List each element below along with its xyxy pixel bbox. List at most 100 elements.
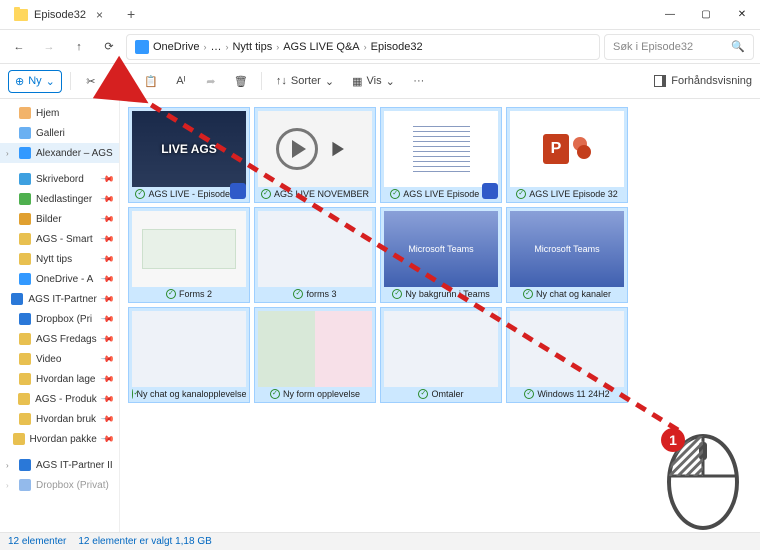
pin-icon: 📌 <box>100 351 116 367</box>
sync-status-icon <box>135 189 145 199</box>
pin-icon: 📌 <box>100 371 116 387</box>
file-item[interactable]: ✓ P AGS LIVE Episode 32 <box>506 107 628 203</box>
forward-button[interactable]: → <box>36 34 62 60</box>
pin-icon: 📌 <box>100 271 116 287</box>
sidebar-item-label: AGS IT-Partner <box>28 294 96 305</box>
crumb-3[interactable]: Episode32 <box>371 41 423 53</box>
sidebar-home[interactable]: Hjem <box>0 103 119 123</box>
filetype-badge-icon <box>482 183 498 199</box>
nav-sidebar: Hjem Galleri ›Alexander – AGS Skrivebord… <box>0 99 120 532</box>
sync-status-icon <box>261 189 271 199</box>
sidebar-item[interactable]: AGS - Produk📌 <box>0 389 119 409</box>
back-button[interactable]: ← <box>6 34 32 60</box>
crumb-ellipsis[interactable]: … <box>210 41 221 53</box>
share-button[interactable]: ➦ <box>199 71 223 92</box>
filetype-badge-icon <box>230 183 246 199</box>
close-window-button[interactable]: ✕ <box>724 0 760 28</box>
status-selected: 12 elementer er valgt 1,18 GB <box>78 536 211 547</box>
file-label: Forms 2 <box>132 289 246 299</box>
sidebar-bottom-1[interactable]: ›AGS IT-Partner II <box>0 455 119 475</box>
file-label: Windows 11 24H2 <box>510 389 624 399</box>
sort-button[interactable]: ↑↓ Sorter ⌄ <box>270 71 340 92</box>
file-label: AGS LIVE Episode 32 <box>510 189 624 199</box>
folder-icon <box>14 9 28 21</box>
file-item[interactable]: ✓ AGS LIVE - Episode 32 <box>128 107 250 203</box>
breadcrumb[interactable]: OneDrive › … › Nytt tips › AGS LIVE Q&A … <box>126 34 600 60</box>
file-item[interactable]: ✓ Omtaler <box>380 307 502 403</box>
sync-status-icon <box>166 289 176 299</box>
more-button[interactable]: ··· <box>407 71 431 91</box>
sidebar-item-label: Video <box>36 354 61 365</box>
file-item[interactable]: ✓ Ny chat og kanaler <box>506 207 628 303</box>
pin-icon: 📌 <box>100 431 116 447</box>
pin-icon: 📌 <box>100 411 116 427</box>
refresh-button[interactable]: ⟳ <box>96 34 122 60</box>
file-item[interactable]: ✓ Ny chat og kanalopplevelse <box>128 307 250 403</box>
close-tab-button[interactable]: × <box>92 8 107 22</box>
up-button[interactable]: ↑ <box>66 34 92 60</box>
file-item[interactable]: ✓ forms 3 <box>254 207 376 303</box>
sidebar-item-label: Hvordan lage <box>36 374 95 385</box>
file-label: Ny chat og kanaler <box>510 289 624 299</box>
sidebar-item[interactable]: Hvordan pakke📌 <box>0 429 119 449</box>
sidebar-item-label: Dropbox (Pri <box>36 314 92 325</box>
sidebar-gallery[interactable]: Galleri <box>0 123 119 143</box>
sidebar-item-label: OneDrive - A <box>36 274 93 285</box>
crumb-2[interactable]: AGS LIVE Q&A <box>283 41 359 53</box>
file-item[interactable]: ✓ Ny form opplevelse <box>254 307 376 403</box>
main-area: Hjem Galleri ›Alexander – AGS Skrivebord… <box>0 99 760 532</box>
file-label: Ny chat og kanalopplevelse <box>132 389 246 399</box>
sidebar-item[interactable]: AGS IT-Partner📌 <box>0 289 119 309</box>
address-bar: ← → ↑ ⟳ OneDrive › … › Nytt tips › AGS L… <box>0 30 760 64</box>
sidebar-item[interactable]: Nedlastinger📌 <box>0 189 119 209</box>
preview-pane-button[interactable]: Forhåndsvisning <box>654 75 752 87</box>
active-tab[interactable]: Episode32 × <box>4 2 117 28</box>
file-item[interactable]: ✓ Windows 11 24H2 <box>506 307 628 403</box>
sidebar-item-label: Skrivebord <box>36 174 84 185</box>
file-item[interactable]: ✓ Forms 2 <box>128 207 250 303</box>
sidebar-item[interactable]: Nytt tips📌 <box>0 249 119 269</box>
titlebar: Episode32 × + — ▢ ✕ <box>0 0 760 30</box>
sync-status-icon <box>392 289 402 299</box>
annotation-mouse-icon: 1 <box>660 424 746 534</box>
sidebar-item[interactable]: AGS - Smart📌 <box>0 229 119 249</box>
sidebar-item-label: AGS - Produk <box>35 394 97 405</box>
sidebar-item[interactable]: Hvordan lage 📌 <box>0 369 119 389</box>
sidebar-item[interactable]: AGS Fredags📌 <box>0 329 119 349</box>
file-item[interactable]: ✓ AGS LIVE NOVEMBER <box>254 107 376 203</box>
svg-text:1: 1 <box>669 432 677 448</box>
file-label: AGS LIVE Episode 32 <box>384 189 498 199</box>
minimize-button[interactable]: — <box>652 0 688 28</box>
delete-button[interactable]: 🗑 <box>229 71 253 92</box>
sidebar-item[interactable]: Hvordan bruk📌 <box>0 409 119 429</box>
sidebar-bottom-2[interactable]: ›Dropbox (Privat) <box>0 475 119 495</box>
sync-status-icon <box>270 389 280 399</box>
rename-button[interactable]: Aᴵ <box>169 71 193 91</box>
crumb-1[interactable]: Nytt tips <box>232 41 272 53</box>
view-button[interactable]: ▦ Vis ⌄ <box>346 71 401 92</box>
file-item[interactable]: ✓ AGS LIVE Episode 32 <box>380 107 502 203</box>
pin-icon: 📌 <box>100 171 116 187</box>
paste-button[interactable]: 📋 <box>139 71 163 92</box>
sidebar-item[interactable]: Video 📌 <box>0 349 119 369</box>
crumb-root[interactable]: OneDrive <box>153 41 199 53</box>
sidebar-item-label: AGS - Smart <box>36 234 93 245</box>
file-label: AGS LIVE NOVEMBER <box>258 189 372 199</box>
maximize-button[interactable]: ▢ <box>688 0 724 28</box>
search-input[interactable]: Søk i Episode32 🔍 <box>604 34 754 60</box>
sidebar-item[interactable]: Skrivebord 📌 <box>0 169 119 189</box>
file-item[interactable]: ✓ Ny bakgrunn i Teams <box>380 207 502 303</box>
sidebar-item-label: Nedlastinger <box>36 194 92 205</box>
cut-button[interactable]: ✂ <box>79 71 103 92</box>
sync-status-icon <box>390 189 400 199</box>
sidebar-item[interactable]: OneDrive - A 📌 <box>0 269 119 289</box>
copy-button[interactable]: ⧉ <box>109 71 133 92</box>
sidebar-item-label: Bilder <box>36 214 62 225</box>
file-label: Omtaler <box>384 389 498 399</box>
sidebar-onedrive-user[interactable]: ›Alexander – AGS <box>0 143 119 163</box>
pin-icon: 📌 <box>100 211 116 227</box>
sidebar-item[interactable]: Dropbox (Pri📌 <box>0 309 119 329</box>
new-tab-button[interactable]: + <box>117 0 145 28</box>
new-button[interactable]: ⊕ Ny ⌄ <box>8 70 62 93</box>
sidebar-item[interactable]: Bilder 📌 <box>0 209 119 229</box>
